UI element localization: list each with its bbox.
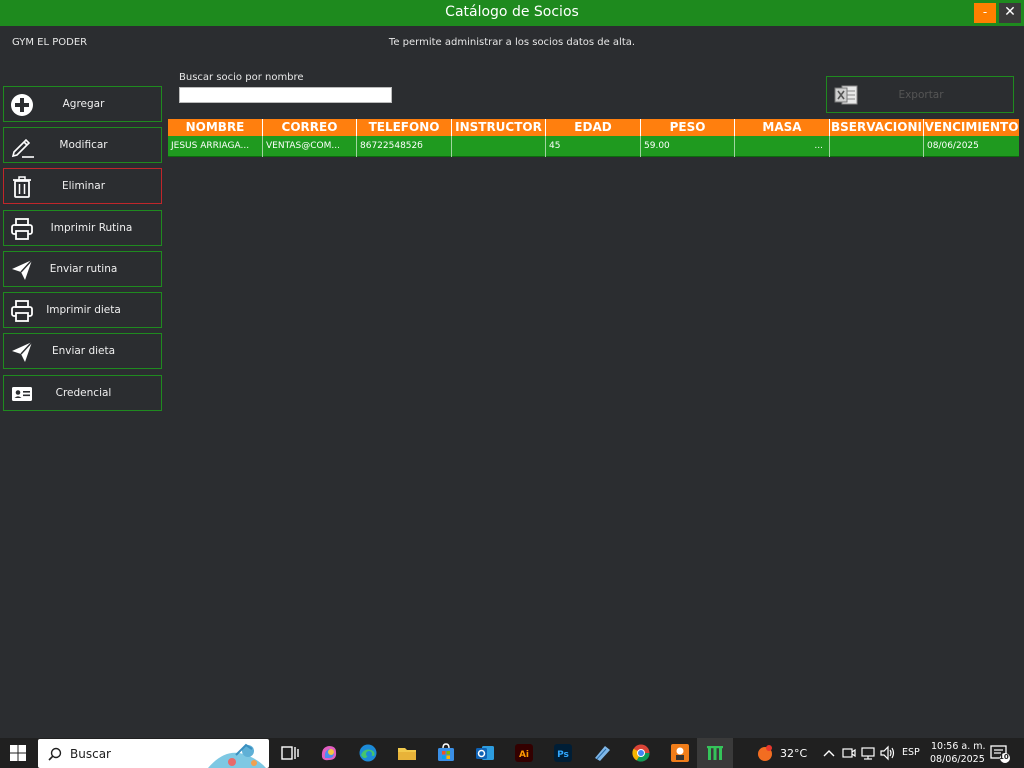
export-button[interactable]: Exportar: [826, 76, 1014, 113]
cell-masa[interactable]: ...: [735, 136, 830, 157]
chrome-browser-icon[interactable]: [631, 743, 651, 763]
title-bar: Catálogo de Socios - ✕: [0, 0, 1024, 26]
print-diet-button-label: Imprimir dieta: [46, 304, 121, 316]
adobe-photoshop-icon[interactable]: Ps: [553, 743, 573, 763]
modify-button-label: Modificar: [59, 139, 108, 151]
column-header-edad[interactable]: EDAD: [546, 119, 641, 136]
credential-button-label: Credencial: [55, 387, 112, 399]
task-view-icon[interactable]: [280, 743, 300, 763]
outlook-icon[interactable]: [475, 743, 495, 763]
add-button-label: Agregar: [62, 98, 105, 110]
column-header-instructor[interactable]: INSTRUCTOR: [452, 119, 546, 136]
search-input[interactable]: [179, 87, 392, 103]
column-header-masa[interactable]: MASA: [735, 119, 830, 136]
copilot-icon[interactable]: [319, 743, 339, 763]
taskbar-search[interactable]: Buscar: [38, 739, 269, 768]
send-routine-button[interactable]: Enviar rutina: [3, 251, 162, 287]
cell-nombre[interactable]: JESUS ARRIAGA...: [168, 136, 263, 157]
language-indicator[interactable]: ESP: [902, 747, 920, 758]
send-diet-button[interactable]: Enviar dieta: [3, 333, 162, 369]
windows-start-icon[interactable]: [10, 745, 26, 761]
microsoft-store-icon[interactable]: [436, 743, 456, 763]
file-explorer-icon[interactable]: [397, 743, 417, 763]
meet-now-icon[interactable]: [842, 743, 856, 763]
cell-instructor[interactable]: [452, 136, 546, 157]
table-header: NOMBRE CORREO TELEFONO INSTRUCTOR EDAD P…: [168, 119, 1019, 136]
column-header-vencimiento[interactable]: VENCIMIENTO: [924, 119, 1019, 136]
cell-vencimiento[interactable]: 08/06/2025: [924, 136, 1019, 157]
cell-edad[interactable]: 45: [546, 136, 641, 157]
credential-button[interactable]: Credencial: [3, 375, 162, 411]
page-subtitle: Te permite administrar a los socios dato…: [388, 37, 636, 48]
svg-text:Ai: Ai: [519, 750, 529, 760]
column-header-peso[interactable]: PESO: [641, 119, 735, 136]
members-table: NOMBRE CORREO TELEFONO INSTRUCTOR EDAD P…: [168, 119, 1019, 157]
send-diet-button-label: Enviar dieta: [51, 345, 116, 357]
print-diet-button[interactable]: Imprimir dieta: [3, 292, 162, 328]
cell-peso[interactable]: 59.00: [641, 136, 735, 157]
network-icon[interactable]: [860, 743, 876, 763]
clock-time[interactable]: 10:56 a. m.: [931, 741, 986, 752]
column-header-nombre[interactable]: NOMBRE: [168, 119, 263, 136]
delete-button-label: Eliminar: [61, 180, 106, 192]
weather-temperature[interactable]: 32°C: [780, 747, 807, 760]
gym-app-icon[interactable]: [705, 743, 725, 763]
edge-browser-icon[interactable]: [358, 743, 378, 763]
modify-button[interactable]: Modificar: [3, 127, 162, 163]
column-header-correo[interactable]: CORREO: [263, 119, 357, 136]
add-button[interactable]: Agregar: [3, 86, 162, 122]
taskbar-search-text: Buscar: [70, 747, 111, 761]
delete-button[interactable]: Eliminar: [3, 168, 162, 204]
search-label: Buscar socio por nombre: [179, 72, 304, 83]
table-row[interactable]: JESUS ARRIAGA... VENTAS@COM... 867225485…: [168, 136, 1019, 157]
column-header-observaciones[interactable]: BSERVACIONI: [830, 119, 924, 136]
volume-icon[interactable]: [879, 743, 895, 763]
cell-telefono[interactable]: 8672254852б: [357, 136, 452, 157]
weather-sun-icon[interactable]: [755, 743, 775, 763]
taskbar: Buscar Ai Ps 32°C ESP 10:56 a. m. 08/06/…: [0, 738, 1024, 768]
minimize-button[interactable]: -: [974, 3, 996, 23]
cell-observaciones[interactable]: [830, 136, 924, 157]
app-orange-icon[interactable]: [670, 743, 690, 763]
print-routine-button[interactable]: Imprimir Rutina: [3, 210, 162, 246]
search-icon: [48, 747, 62, 761]
column-header-telefono[interactable]: TELEFONO: [357, 119, 452, 136]
search-highlight-illustration-icon: [208, 743, 266, 768]
close-button[interactable]: ✕: [999, 3, 1021, 23]
clock-date[interactable]: 08/06/2025: [930, 754, 985, 765]
export-button-label: Exportar: [898, 89, 944, 101]
print-routine-button-label: Imprimir Rutina: [50, 222, 133, 234]
notes-app-icon[interactable]: [592, 743, 612, 763]
send-routine-button-label: Enviar rutina: [49, 263, 118, 275]
cell-correo[interactable]: VENTAS@COM...: [263, 136, 357, 157]
adobe-illustrator-icon[interactable]: Ai: [514, 743, 534, 763]
chevron-up-icon[interactable]: [822, 743, 836, 763]
svg-text:Ps: Ps: [557, 750, 569, 760]
notification-count: 10: [999, 753, 1009, 761]
window-title: Catálogo de Socios: [445, 4, 579, 20]
